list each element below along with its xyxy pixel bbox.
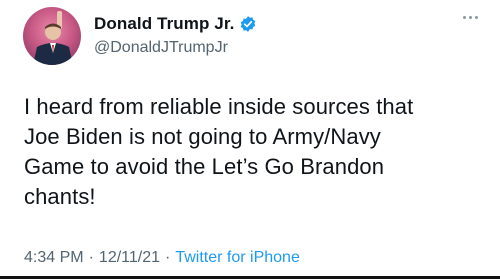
- user-handle[interactable]: @DonaldJTrumpJr: [94, 39, 228, 57]
- more-dot: [463, 16, 466, 19]
- verified-badge-icon: [241, 16, 256, 32]
- more-dot: [475, 16, 478, 19]
- tweet-source-link[interactable]: Twitter for iPhone: [175, 249, 300, 267]
- tweet-card: Donald Trump Jr. @DonaldJTrumpJr I heard…: [0, 0, 500, 279]
- display-name[interactable]: Donald Trump Jr.: [94, 14, 234, 34]
- more-dot: [469, 16, 472, 19]
- more-options-icon[interactable]: [463, 16, 478, 19]
- tweet-metadata: 4:34 PM · 12/11/21 · Twitter for iPhone: [24, 249, 300, 267]
- tweet-text: I heard from reliable inside sources tha…: [24, 94, 414, 209]
- meta-separator: ·: [165, 249, 171, 266]
- tweet-date[interactable]: 12/11/21: [99, 249, 160, 267]
- avatar-image: [33, 11, 73, 65]
- avatar[interactable]: [23, 7, 81, 65]
- author-name-row: Donald Trump Jr.: [94, 14, 257, 34]
- meta-separator: ·: [88, 249, 94, 266]
- tweet-time[interactable]: 4:34 PM: [24, 249, 84, 267]
